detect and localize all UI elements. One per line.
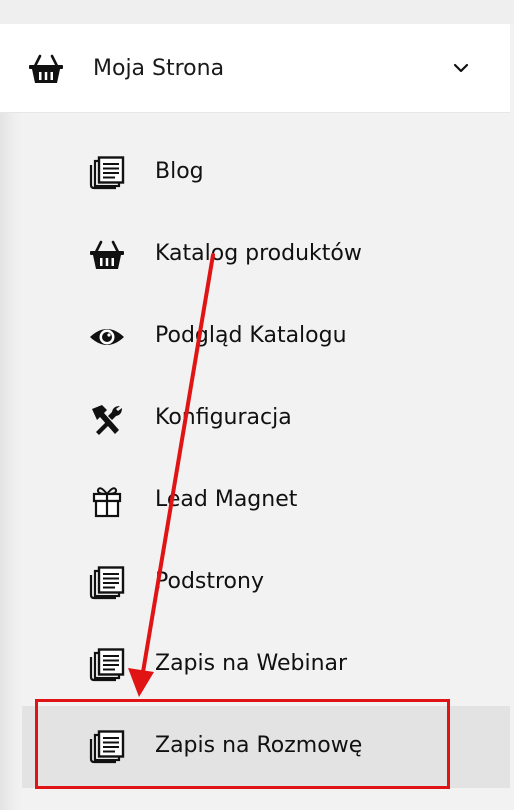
menu-item-podglad-katalogu[interactable]: Podgląd Katalogu (22, 296, 510, 378)
pages-icon (89, 648, 125, 682)
menu-item-label: Konfiguracja (155, 405, 292, 430)
eye-icon (90, 329, 124, 345)
menu-item-label: Zapis na Webinar (155, 651, 348, 676)
menu-item-label: Blog (155, 159, 204, 184)
menu-item-katalog-produktow[interactable]: Katalog produktów (22, 214, 510, 296)
top-strip (0, 0, 514, 24)
menu-item-konfiguracja[interactable]: Konfiguracja (22, 378, 510, 460)
menu-item-label: Lead Magnet (155, 487, 298, 512)
menu-item-label: Podgląd Katalogu (155, 323, 347, 348)
sidebar-edge-shadow (0, 0, 22, 810)
menu-item-label: Zapis na Rozmowę (155, 733, 363, 758)
basket-icon (90, 240, 124, 269)
menu-header-moja-strona[interactable]: Moja Strona (0, 24, 510, 113)
pages-icon (89, 730, 125, 764)
menu-item-blog[interactable]: Blog (22, 132, 510, 214)
menu-item-zapis-na-rozmowe[interactable]: Zapis na Rozmowę (22, 706, 510, 788)
pages-icon (89, 156, 125, 190)
menu-header-title: Moja Strona (93, 56, 225, 81)
menu-item-zapis-na-webinar[interactable]: Zapis na Webinar (22, 624, 510, 706)
menu-item-label: Podstrony (155, 569, 264, 594)
chevron-down-icon[interactable] (452, 60, 470, 76)
gift-icon (92, 487, 122, 518)
menu-item-podstrony[interactable]: Podstrony (22, 542, 510, 624)
menu-item-lead-magnet[interactable]: Lead Magnet (22, 460, 510, 542)
menu-item-label: Katalog produktów (155, 241, 362, 266)
basket-icon (29, 54, 63, 83)
pages-icon (89, 566, 125, 600)
tools-icon (92, 405, 122, 435)
